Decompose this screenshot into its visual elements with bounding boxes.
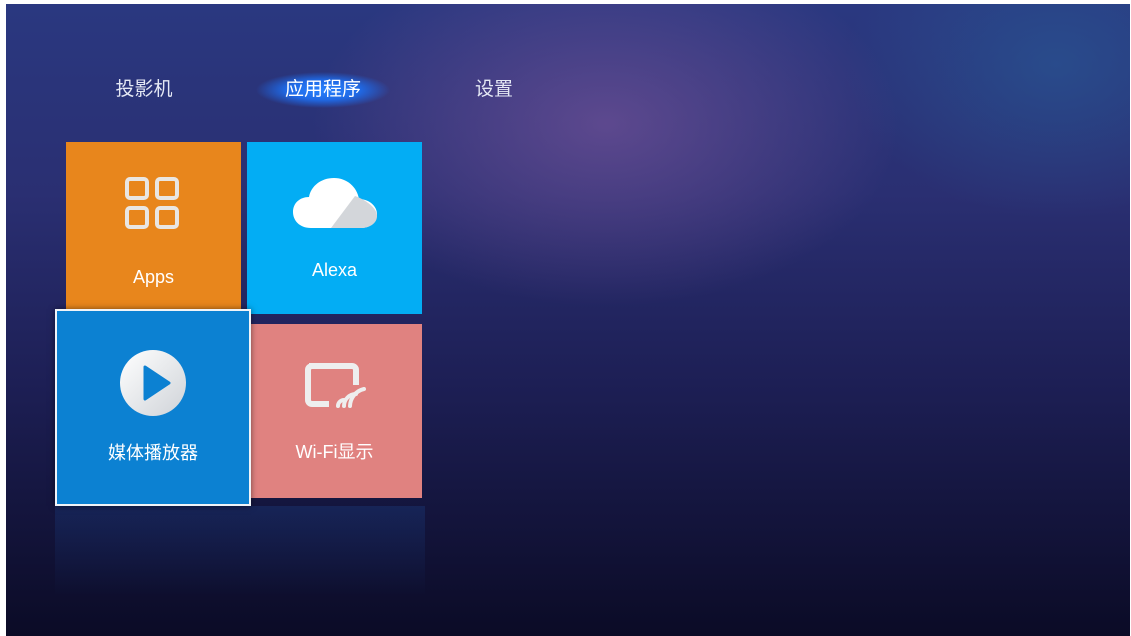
tab-applications[interactable]: 应用程序 (256, 72, 390, 108)
alexa-tile[interactable]: Alexa (247, 142, 422, 314)
top-nav-tabs: 投影机 应用程序 设置 (6, 72, 1130, 108)
launcher-screen: 投影机 应用程序 设置 Apps Alexa Wi-Fi显示 媒体播放器 (6, 4, 1130, 636)
cloud-icon (291, 176, 379, 235)
tab-settings[interactable]: 设置 (464, 72, 524, 108)
wifi-display-tile-label: Wi-Fi显示 (295, 442, 374, 462)
apps-tile[interactable]: Apps (66, 142, 241, 314)
tab-projector[interactable]: 投影机 (104, 72, 184, 108)
alexa-tile-label: Alexa (311, 260, 358, 280)
apps-tile-label: Apps (132, 267, 175, 287)
play-icon (119, 349, 187, 422)
screen-cast-icon (304, 360, 368, 417)
wifi-display-tile[interactable]: Wi-Fi显示 (247, 324, 422, 498)
media-player-tile-label: 媒体播放器 (108, 443, 198, 463)
media-player-tile[interactable]: 媒体播放器 (55, 309, 251, 506)
apps-grid-icon (123, 176, 183, 237)
tiles-reflection (55, 506, 425, 596)
